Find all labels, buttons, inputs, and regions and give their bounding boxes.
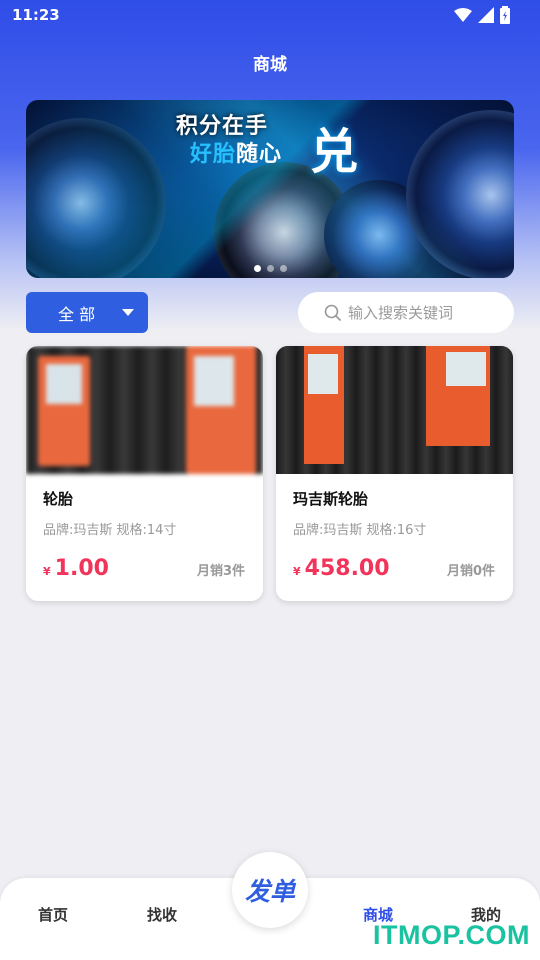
wifi-icon <box>454 8 472 22</box>
publish-order-button[interactable]: 发单 <box>232 852 308 928</box>
product-image <box>276 346 513 474</box>
nav-find[interactable]: 找收 <box>147 904 177 925</box>
banner-highlight: 好胎 <box>190 142 237 167</box>
signal-icon <box>478 7 494 23</box>
publish-label: 发单 <box>244 877 295 906</box>
monthly-sales: 月销0件 <box>446 564 495 579</box>
carousel-dot[interactable] <box>279 265 287 272</box>
product-grid: 轮胎 品牌:玛吉斯 规格:14寸 ¥1.00 月销3件 玛吉斯轮胎 品牌:玛吉斯… <box>26 346 514 601</box>
nav-home[interactable]: 首页 <box>38 904 68 925</box>
carousel-dot[interactable] <box>266 265 274 272</box>
price-value: 458.00 <box>304 556 390 581</box>
price-value: 1.00 <box>54 556 109 581</box>
category-label: 全 部 <box>58 304 96 324</box>
search-icon <box>324 304 342 321</box>
product-card[interactable]: 玛吉斯轮胎 品牌:玛吉斯 规格:16寸 ¥458.00 月销0件 <box>276 346 513 601</box>
status-time: 11:23 <box>12 6 60 24</box>
banner-light-effect <box>26 100 514 278</box>
status-bar: 11:23 <box>0 0 540 30</box>
carousel-dots <box>26 265 514 272</box>
product-card[interactable]: 轮胎 品牌:玛吉斯 规格:14寸 ¥1.00 月销3件 <box>26 346 263 601</box>
page-title: 商城 <box>253 55 287 75</box>
currency-symbol: ¥ <box>43 565 51 578</box>
battery-icon <box>500 6 510 24</box>
search-input[interactable]: 输入搜索关键词 <box>298 292 514 333</box>
status-icons <box>454 6 510 24</box>
product-name: 轮胎 <box>43 490 74 508</box>
product-image <box>26 346 263 474</box>
product-name: 玛吉斯轮胎 <box>293 490 369 508</box>
product-price: ¥1.00 <box>43 556 109 581</box>
product-spec: 品牌:玛吉斯 规格:16寸 <box>293 523 427 538</box>
watermark: ITMOP.COM <box>372 920 530 950</box>
product-price: ¥458.00 <box>293 556 390 581</box>
product-spec: 品牌:玛吉斯 规格:14寸 <box>43 523 177 538</box>
promo-banner[interactable]: 积分在手 好胎随心 兑 <box>26 100 514 278</box>
banner-subheadline-rest: 随心 <box>236 142 283 167</box>
banner-big-char: 兑 <box>310 124 359 180</box>
banner-subheadline: 好胎随心 <box>190 136 282 168</box>
monthly-sales: 月销3件 <box>196 564 245 579</box>
carousel-dot[interactable] <box>253 265 261 272</box>
currency-symbol: ¥ <box>293 565 301 578</box>
chevron-down-icon <box>122 309 134 316</box>
category-dropdown[interactable]: 全 部 <box>26 292 148 333</box>
search-placeholder: 输入搜索关键词 <box>348 304 454 322</box>
